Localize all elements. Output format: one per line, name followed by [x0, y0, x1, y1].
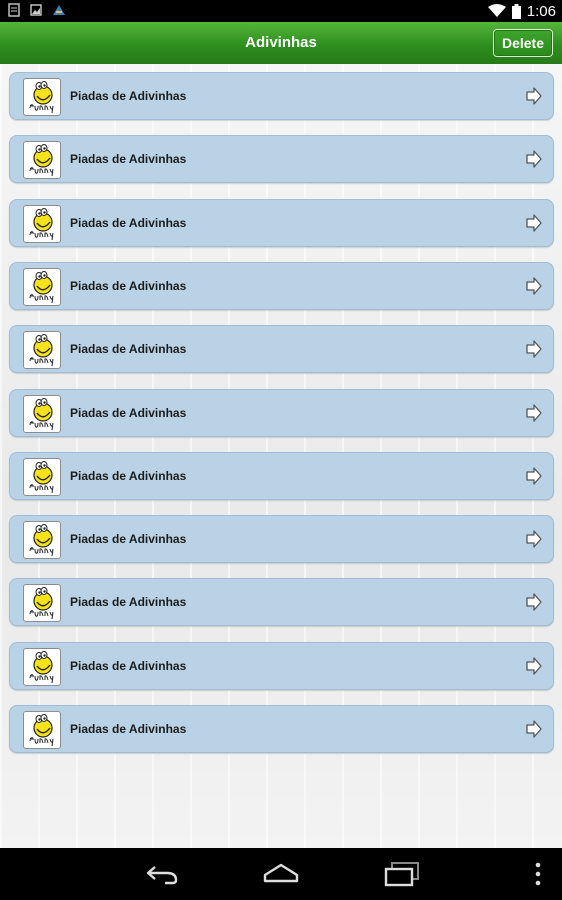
- back-icon[interactable]: [145, 861, 179, 885]
- list-item-label: Piadas de Adivinhas: [70, 722, 187, 736]
- list-item-label: Piadas de Adivinhas: [70, 279, 187, 293]
- list-item[interactable]: Piadas de Adivinhas: [9, 452, 554, 500]
- list-item[interactable]: Piadas de Adivinhas: [9, 642, 554, 690]
- funny-smiley-icon: [23, 78, 61, 116]
- action-bar: Adivinhas Delete: [0, 22, 562, 65]
- list-item[interactable]: Piadas de Adivinhas: [9, 199, 554, 247]
- page-title: Adivinhas: [245, 34, 317, 51]
- arrow-right-icon: [526, 404, 542, 422]
- notification-icon: [8, 3, 20, 17]
- navigation-bar: [0, 848, 562, 900]
- arrow-right-icon: [526, 277, 542, 295]
- funny-smiley-icon: [23, 648, 61, 686]
- funny-smiley-icon: [23, 268, 61, 306]
- status-time: 1:06: [526, 2, 556, 20]
- recents-icon[interactable]: [384, 861, 420, 887]
- app-icon: [53, 5, 65, 15]
- home-icon[interactable]: [263, 861, 299, 885]
- list-item-label: Piadas de Adivinhas: [70, 659, 187, 673]
- arrow-right-icon: [526, 214, 542, 232]
- battery-icon: [511, 3, 521, 19]
- list-container: Piadas de Adivinhas Piadas de Adivinhas …: [0, 64, 562, 848]
- list-item-label: Piadas de Adivinhas: [70, 469, 187, 483]
- list-item[interactable]: Piadas de Adivinhas: [9, 262, 554, 310]
- funny-smiley-icon: [23, 141, 61, 179]
- list-item-label: Piadas de Adivinhas: [70, 595, 187, 609]
- menu-icon[interactable]: [533, 861, 543, 887]
- status-bar: 1:06: [0, 0, 562, 22]
- list-item-label: Piadas de Adivinhas: [70, 152, 187, 166]
- list-item-label: Piadas de Adivinhas: [70, 89, 187, 103]
- image-icon: [30, 4, 42, 16]
- list-item[interactable]: Piadas de Adivinhas: [9, 325, 554, 373]
- list-item-label: Piadas de Adivinhas: [70, 342, 187, 356]
- arrow-right-icon: [526, 720, 542, 738]
- funny-smiley-icon: [23, 521, 61, 559]
- arrow-right-icon: [526, 87, 542, 105]
- funny-smiley-icon: [23, 711, 61, 749]
- funny-smiley-icon: [23, 205, 61, 243]
- wifi-icon: [487, 4, 506, 17]
- list-item[interactable]: Piadas de Adivinhas: [9, 135, 554, 183]
- status-right: 1:06: [487, 0, 556, 22]
- funny-smiley-icon: [23, 584, 61, 622]
- status-notifications: [8, 3, 66, 17]
- arrow-right-icon: [526, 467, 542, 485]
- list-item[interactable]: Piadas de Adivinhas: [9, 705, 554, 753]
- list-item-label: Piadas de Adivinhas: [70, 532, 187, 546]
- arrow-right-icon: [526, 340, 542, 358]
- delete-button[interactable]: Delete: [492, 29, 553, 57]
- list-item[interactable]: Piadas de Adivinhas: [9, 515, 554, 563]
- arrow-right-icon: [526, 150, 542, 168]
- list-item[interactable]: Piadas de Adivinhas: [9, 389, 554, 437]
- list-item[interactable]: Piadas de Adivinhas: [9, 72, 554, 120]
- list-item[interactable]: Piadas de Adivinhas: [9, 578, 554, 626]
- funny-smiley-icon: [23, 331, 61, 369]
- funny-smiley-icon: [23, 458, 61, 496]
- funny-smiley-icon: [23, 395, 61, 433]
- arrow-right-icon: [526, 593, 542, 611]
- list-item-label: Piadas de Adivinhas: [70, 216, 187, 230]
- arrow-right-icon: [526, 530, 542, 548]
- arrow-right-icon: [526, 657, 542, 675]
- list-item-label: Piadas de Adivinhas: [70, 406, 187, 420]
